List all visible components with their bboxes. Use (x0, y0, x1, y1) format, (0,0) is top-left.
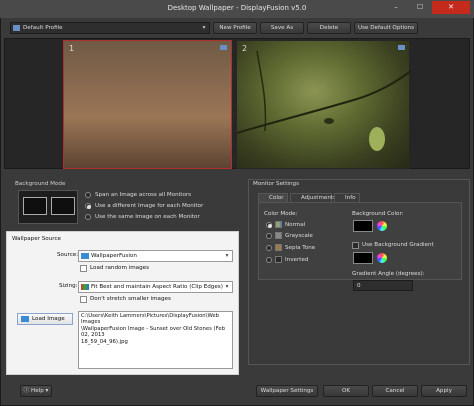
load-image-label: Load Image (32, 316, 65, 322)
wallpaper-source-label: Wallpaper Source (12, 236, 61, 242)
image-path-textbox[interactable]: C:\Users\Keith Lammers\Pictures\DisplayF… (78, 311, 233, 369)
color-mode-label: Color Mode: (264, 211, 298, 217)
chevron-down-icon: ▾ (225, 253, 229, 259)
help-button[interactable]: ⓘ Help ▾ (20, 385, 52, 397)
radio-grayscale[interactable] (266, 233, 272, 239)
gradient-color-picker-icon[interactable] (377, 253, 387, 263)
profile-dropdown[interactable]: Default Profile ▾ (10, 22, 210, 34)
sizing-value: Fit Best and maintain Aspect Ratio (Clip… (91, 284, 223, 290)
tab-color-label: Color (269, 195, 284, 201)
tab-info[interactable]: Info (334, 193, 360, 202)
color-mode-normal: Normal (285, 222, 306, 228)
color-picker-icon[interactable] (377, 221, 387, 231)
dont-stretch-label: Don't stretch smaller images (90, 296, 171, 302)
monitor-settings-label: Monitor Settings (253, 181, 299, 187)
color-mode-grayscale: Grayscale (285, 233, 313, 239)
radio-normal[interactable] (266, 222, 272, 228)
tab-adjustments-label: Adjustments (301, 195, 337, 201)
background-mode-label: Background Mode (15, 181, 66, 187)
load-random-checkbox[interactable] (80, 265, 87, 272)
radio-inverted[interactable] (266, 257, 272, 263)
sizing-label: Sizing: (59, 283, 78, 289)
sizing-icon (81, 284, 89, 290)
chevron-down-icon: ▾ (43, 388, 49, 394)
option-same-image: Use the same Image on each Monitor (95, 214, 200, 220)
use-gradient-label: Use Background Gradient (362, 242, 434, 248)
radio-different-image[interactable] (85, 203, 91, 209)
minimize-button[interactable]: – (384, 1, 408, 14)
tab-info-label: Info (345, 195, 356, 201)
load-random-label: Load random images (90, 265, 150, 271)
normal-swatch (275, 221, 282, 228)
monitor-icon (220, 45, 227, 50)
apply-button[interactable]: Apply (421, 385, 467, 397)
use-default-options-button[interactable]: Use Default Options (354, 22, 418, 34)
inverted-swatch (275, 256, 282, 263)
dont-stretch-checkbox[interactable] (80, 296, 87, 303)
cancel-button[interactable]: Cancel (372, 385, 418, 397)
use-gradient-checkbox[interactable] (352, 242, 359, 249)
radio-span-image[interactable] (85, 192, 91, 198)
sizing-dropdown[interactable]: Fit Best and maintain Aspect Ratio (Clip… (78, 281, 233, 293)
source-dropdown[interactable]: WallpaperFusion ▾ (78, 250, 233, 262)
gradient-color-swatch[interactable] (353, 252, 373, 264)
new-profile-button[interactable]: New Profile (213, 22, 257, 34)
color-mode-sepia: Sepia Tone (285, 245, 316, 251)
chevron-down-icon: ▾ (202, 25, 206, 31)
folder-image-icon (21, 316, 29, 322)
ok-button[interactable]: OK (323, 385, 369, 397)
grayscale-swatch (275, 232, 282, 239)
option-span-image: Span an Image across all Monitors (95, 192, 192, 198)
sepia-swatch (275, 244, 282, 251)
radio-same-image[interactable] (85, 214, 91, 220)
delete-button[interactable]: Delete (307, 22, 351, 34)
radio-sepia[interactable] (266, 245, 272, 251)
monitor-2-preview[interactable]: 2 (236, 40, 411, 169)
gradient-angle-input[interactable]: 0 (353, 280, 413, 291)
background-mode-icon (18, 190, 78, 224)
maximize-button[interactable]: ☐ (409, 1, 431, 14)
close-button[interactable]: ✕ (432, 1, 470, 14)
help-label: Help (31, 388, 44, 394)
gradient-angle-value: 0 (357, 283, 361, 289)
color-mode-inverted: Inverted (285, 257, 309, 263)
tab-adjustments[interactable]: Adjustments (290, 193, 336, 202)
wallpaper-settings-button[interactable]: Wallpaper Settings (256, 385, 318, 397)
monitor-1-number: 1 (69, 44, 75, 53)
gradient-angle-label: Gradient Angle (degrees): (352, 271, 425, 277)
source-label: Source: (57, 252, 79, 258)
load-image-button[interactable]: Load Image (17, 313, 73, 325)
help-icon: ⓘ (23, 388, 31, 394)
tab-color[interactable]: Color (258, 193, 288, 202)
vine-illustration (237, 50, 411, 151)
profile-icon (13, 25, 20, 31)
option-different-image: Use a different Image for each Monitor (95, 203, 204, 209)
monitor-1-preview[interactable]: 1 (63, 40, 232, 169)
profile-value: Default Profile (23, 25, 63, 31)
save-as-button[interactable]: Save As (260, 22, 304, 34)
background-color-swatch[interactable] (353, 220, 373, 232)
background-color-label: Background Color: (352, 211, 404, 217)
wallpaperfusion-icon (81, 253, 89, 259)
chevron-down-icon: ▾ (225, 284, 229, 290)
source-value: WallpaperFusion (91, 253, 137, 259)
